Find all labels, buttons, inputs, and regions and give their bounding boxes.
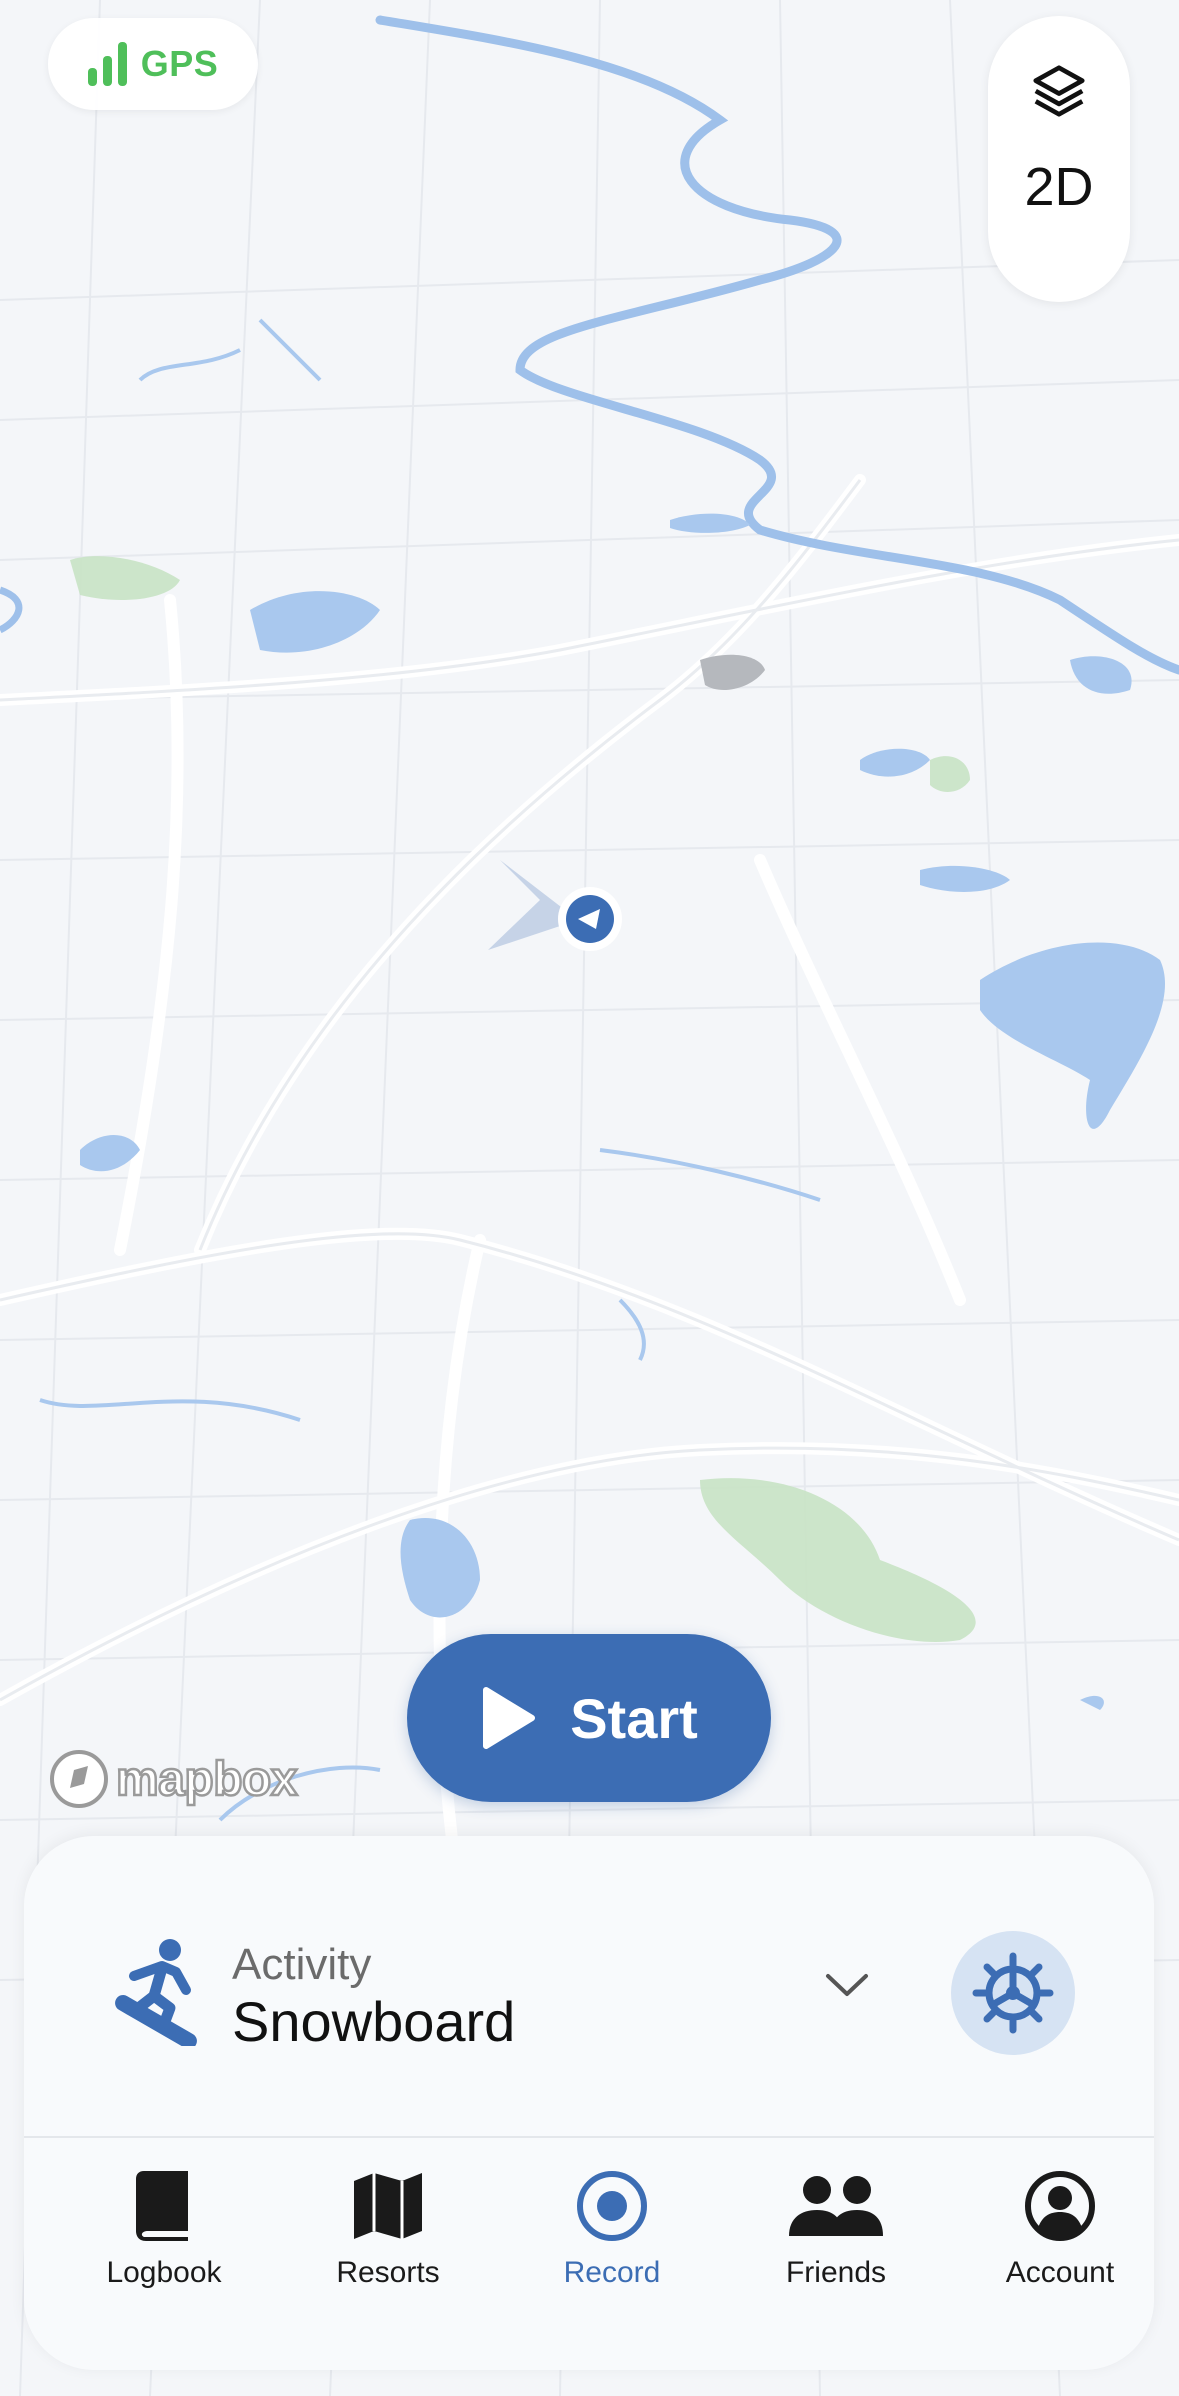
tab-record[interactable]: Record bbox=[512, 2138, 712, 2298]
start-button[interactable]: Start bbox=[407, 1634, 771, 1802]
tab-label: Record bbox=[563, 2256, 661, 2289]
activity-settings-button[interactable] bbox=[951, 1931, 1075, 2055]
play-icon bbox=[483, 1687, 536, 1749]
tab-label: Logbook bbox=[106, 2256, 222, 2289]
map-icon bbox=[354, 2173, 422, 2239]
chevron-down-icon[interactable] bbox=[824, 1970, 870, 2000]
signal-strength-icon bbox=[87, 42, 127, 86]
snowboarder-icon bbox=[115, 1939, 197, 2046]
activity-selector[interactable]: Activity Snowboard bbox=[24, 1836, 1154, 2136]
mapbox-attribution[interactable]: mapbox bbox=[48, 1748, 299, 1810]
activity-caption: Activity bbox=[232, 1940, 372, 1989]
view-mode-toggle[interactable]: 2D bbox=[1024, 160, 1093, 214]
gear-icon bbox=[972, 1952, 1054, 2034]
gps-label: GPS bbox=[140, 43, 219, 84]
mapbox-logo-text: mapbox bbox=[115, 1751, 299, 1807]
map-controls: 2D bbox=[988, 16, 1130, 302]
bottom-sheet: Activity Snowboard Logbook Resorts Recor… bbox=[24, 1836, 1154, 2370]
tab-resorts[interactable]: Resorts bbox=[288, 2138, 488, 2298]
mapbox-logo-icon bbox=[50, 1750, 108, 1808]
tab-bar: Logbook Resorts Record Friends Account bbox=[24, 2138, 1154, 2370]
tab-friends[interactable]: Friends bbox=[736, 2138, 936, 2298]
record-icon bbox=[577, 2171, 647, 2241]
tab-account[interactable]: Account bbox=[960, 2138, 1154, 2298]
layers-button[interactable] bbox=[988, 16, 1130, 166]
tab-label: Friends bbox=[785, 2256, 887, 2289]
activity-value: Snowboard bbox=[232, 1990, 516, 2053]
tab-label: Resorts bbox=[336, 2256, 440, 2289]
friends-icon bbox=[789, 2176, 883, 2236]
start-label: Start bbox=[570, 1686, 698, 1750]
tab-logbook[interactable]: Logbook bbox=[64, 2138, 264, 2298]
gps-status-pill: GPS bbox=[48, 18, 258, 110]
account-icon bbox=[1025, 2171, 1095, 2241]
tab-label: Account bbox=[1005, 2256, 1115, 2289]
layers-icon bbox=[1033, 65, 1085, 117]
book-icon bbox=[136, 2171, 188, 2241]
